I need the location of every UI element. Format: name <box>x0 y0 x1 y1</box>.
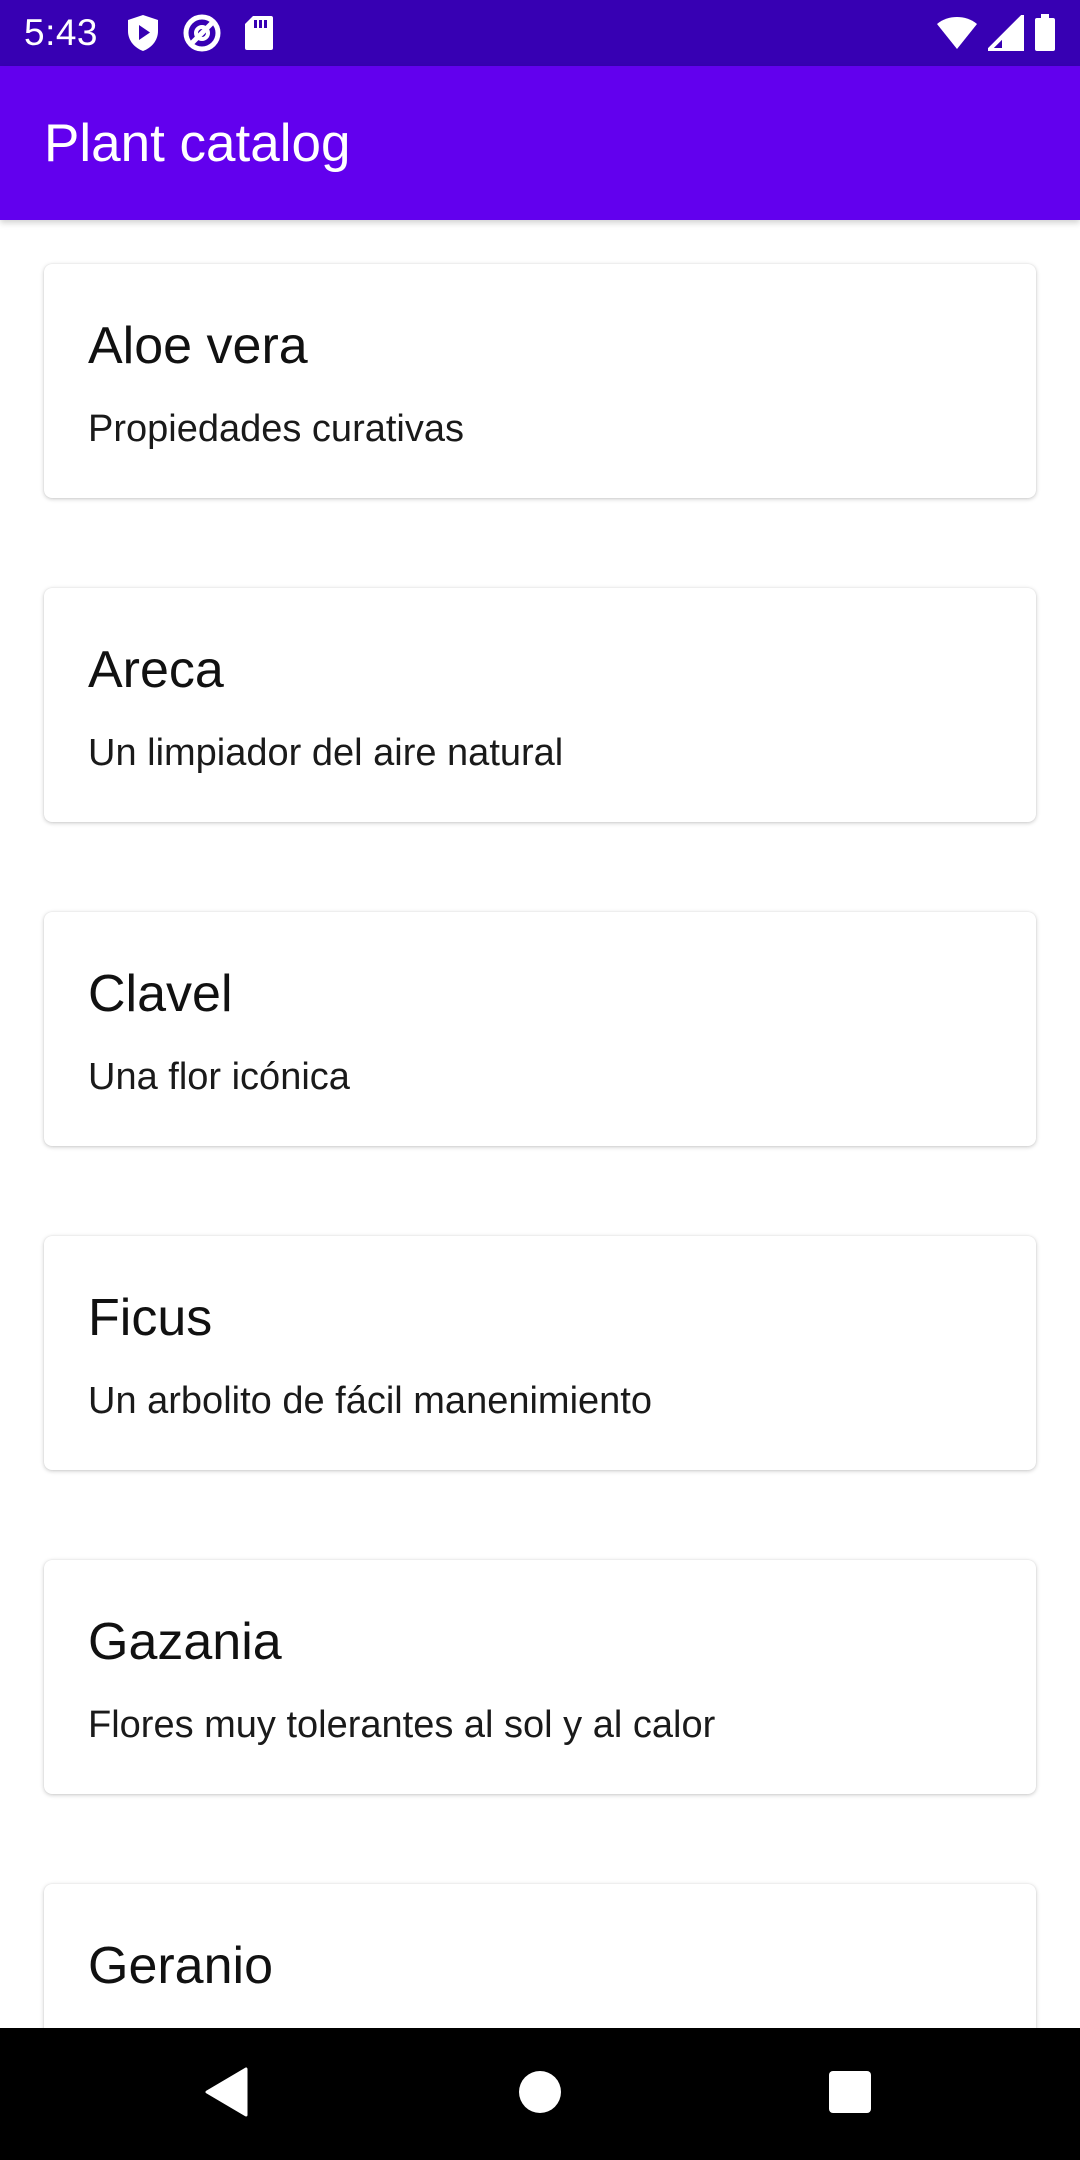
status-system-icons <box>936 14 1056 52</box>
back-button[interactable] <box>196 2064 256 2124</box>
plant-name: Clavel <box>88 965 233 1023</box>
plant-card[interactable]: Aloe vera Propiedades curativas <box>44 264 1036 498</box>
home-icon <box>518 2070 562 2119</box>
play-protect-icon <box>126 14 160 52</box>
screen: 5:43 Plant catalog Aloe vera Propiedades… <box>0 0 1080 2160</box>
plant-card[interactable]: Geranio <box>44 1884 1036 2028</box>
wifi-icon <box>936 16 978 50</box>
status-bar: 5:43 <box>0 0 1080 66</box>
status-time: 5:43 <box>24 12 99 53</box>
home-button[interactable] <box>510 2064 570 2124</box>
app-title: Plant catalog <box>44 113 351 173</box>
plant-name: Ficus <box>88 1289 213 1347</box>
status-notification-icons <box>126 13 274 53</box>
plant-description: Flores muy tolerantes al sol y al calor <box>88 1704 716 1746</box>
plant-card[interactable]: Ficus Un arbolito de fácil manenimiento <box>44 1236 1036 1470</box>
plant-card[interactable]: Areca Un limpiador del aire natural <box>44 588 1036 822</box>
plant-name: Gazania <box>88 1613 282 1671</box>
at-sign-icon <box>182 13 222 53</box>
sd-card-icon <box>244 15 274 51</box>
plant-list[interactable]: Aloe vera Propiedades curativas Areca Un… <box>0 220 1080 2028</box>
recents-button[interactable] <box>820 2064 880 2124</box>
plant-name: Areca <box>88 641 224 699</box>
battery-icon <box>1034 14 1056 52</box>
signal-icon <box>988 15 1024 51</box>
app-bar: Plant catalog <box>0 66 1080 220</box>
plant-card[interactable]: Gazania Flores muy tolerantes al sol y a… <box>44 1560 1036 1794</box>
recents-icon <box>828 2070 872 2119</box>
plant-card[interactable]: Clavel Una flor icónica <box>44 912 1036 1146</box>
plant-description: Un limpiador del aire natural <box>88 732 564 774</box>
plant-name: Aloe vera <box>88 317 308 375</box>
plant-description: Propiedades curativas <box>88 408 464 450</box>
plant-name: Geranio <box>88 1937 273 1995</box>
navigation-bar <box>0 2028 1080 2160</box>
back-icon <box>204 2067 248 2122</box>
plant-description: Un arbolito de fácil manenimiento <box>88 1380 652 1422</box>
plant-description: Una flor icónica <box>88 1056 350 1098</box>
